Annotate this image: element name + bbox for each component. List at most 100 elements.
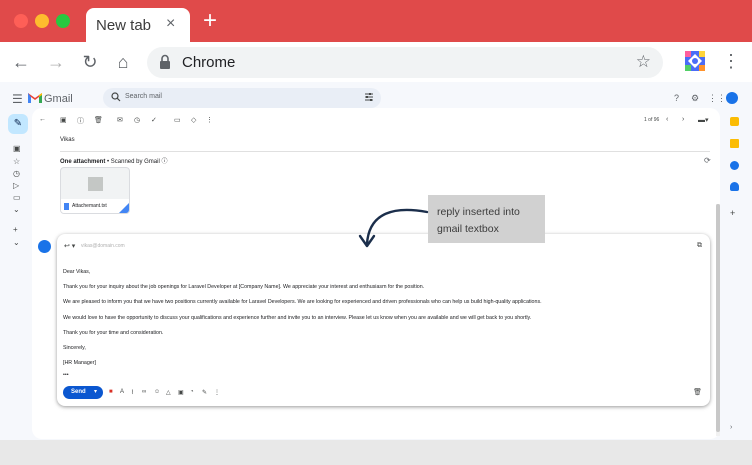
add-label-icon[interactable]: + [13,225,18,234]
label-icon[interactable]: ◇ [191,116,196,124]
calendar-icon[interactable] [730,117,739,126]
compose-button[interactable]: ✎ [8,114,28,134]
insert-photo-icon[interactable]: ▣ [178,389,184,396]
reply-recipient[interactable]: vikas@domain.com [81,243,125,249]
reply-paragraph: [HR Manager] [63,360,96,366]
collapse-panel-icon[interactable]: › [730,424,732,431]
mark-unread-icon[interactable]: ✉ [117,116,123,124]
send-options-chevron-icon[interactable]: ▾ [94,388,97,395]
reply-type-icon[interactable]: ↩ ▾ [64,242,75,250]
search-input[interactable]: Search mail [125,93,162,100]
get-addons-icon[interactable]: + [730,208,735,218]
attachments-count-label: One attachment [60,159,106,165]
popout-icon[interactable]: ⧉ [697,242,702,250]
input-tools-icon[interactable]: ▬▾ [698,116,709,124]
older-chevron-icon[interactable]: › [682,116,684,123]
close-window-button[interactable] [14,14,28,28]
browser-toolbar: ← → ↻ ⌂ Chrome ☆ [0,42,752,82]
document-icon [64,203,69,210]
text-color-icon[interactable]: A [120,389,124,395]
annotation-callout: reply inserted into gmail textbox [428,195,545,243]
back-icon[interactable]: ← [10,51,32,73]
home-icon[interactable]: ⌂ [112,51,134,73]
maximize-window-button[interactable] [56,14,70,28]
snooze-icon[interactable]: ◷ [134,116,140,124]
drafts-icon[interactable]: ▭ [13,193,21,202]
reply-paragraph: Thank you for your time and consideratio… [63,330,164,336]
reply-paragraph: Sincerely, [63,345,86,351]
scrollbar[interactable] [716,204,720,436]
tab-title: New tab [96,17,152,34]
extension-icon[interactable] [684,50,706,72]
browser-window: New tab × + ← → ↻ ⌂ Chrome ☆ ⋮ ☰ Gmail S… [0,0,752,465]
drive-icon[interactable]: △ [166,389,171,396]
browser-menu-icon[interactable]: ⋮ [722,51,740,71]
search-options-icon[interactable] [364,92,374,102]
reply-compose-box[interactable]: ↩ ▾ vikas@domain.com ⧉ Dear Vikas, Thank… [57,234,710,406]
delete-icon[interactable]: 🗑 [94,116,103,124]
confidential-mode-icon[interactable]: ◔ [190,389,194,395]
keep-icon[interactable] [730,139,739,148]
tab-close-icon[interactable]: × [166,15,175,33]
reply-paragraph: We would love to have the opportunity to… [63,315,532,321]
account-avatar[interactable] [726,92,738,104]
help-icon[interactable]: ? [674,93,679,103]
attach-file-icon[interactable]: ⌇ [131,389,134,396]
lock-icon [160,54,170,69]
add-to-drive-icon[interactable]: ⟳ [704,156,711,165]
search-bar[interactable]: Search mail [103,88,381,108]
back-to-inbox-icon[interactable]: ← [39,116,46,123]
starred-icon[interactable]: ☆ [13,157,20,166]
more-chevron-icon[interactable]: ⌄ [13,205,20,214]
sent-icon[interactable]: ▷ [13,181,19,190]
attachment-filename: Attachemant.txt [72,203,107,209]
more-options-icon[interactable]: ⋮ [214,389,220,396]
contacts-icon[interactable] [730,182,739,191]
move-to-icon[interactable]: ▭ [174,116,181,124]
attachment-card[interactable]: Attachemant.txt [60,167,130,214]
pagination-count: 1 of 96 [644,117,660,123]
reply-avatar [38,240,51,253]
reply-paragraph: We are pleased to inform you that we hav… [63,299,542,305]
settings-gear-icon[interactable]: ⚙ [691,93,699,104]
minimize-window-button[interactable] [35,14,49,28]
attachments-header: One attachment • Scanned by Gmail ⓘ [60,156,167,165]
formatting-icon[interactable]: ■ [109,389,113,395]
snoozed-icon[interactable]: ◷ [13,169,20,178]
archive-icon[interactable]: ▣ [60,116,67,124]
report-spam-icon[interactable]: ⓘ [77,116,84,126]
attachment-thumbnail [88,177,103,191]
annotation-arrow-icon [358,208,429,248]
apps-grid-icon[interactable]: ⋮⋮ [708,93,726,104]
scanned-label: • Scanned by Gmail ⓘ [105,159,168,165]
insert-link-icon[interactable]: ∞ [142,389,146,395]
left-nav-rail: ✎ ▣ ☆ ◷ ▷ ▭ ⌄ + ⌄ [0,112,32,442]
page-fold-icon [119,203,129,213]
right-side-panel: + [722,112,746,442]
new-tab-button[interactable]: + [203,9,217,33]
page-bottom-margin [0,440,752,465]
show-trimmed-content[interactable]: ••• [63,372,69,378]
reload-icon[interactable]: ↻ [79,51,101,73]
more-actions-icon[interactable]: ⋮ [206,116,213,124]
expand-chevron-icon[interactable]: ⌄ [13,238,20,247]
inbox-icon[interactable]: ▣ [13,144,21,153]
signature-icon[interactable]: ✎ [202,389,207,396]
send-label: Send [71,389,86,395]
reply-paragraph: Thank you for your inquiry about the job… [63,284,425,290]
emoji-icon[interactable]: ☺ [154,389,160,395]
add-task-icon[interactable]: ✓ [151,116,157,124]
address-bar[interactable]: Chrome ☆ [147,47,663,78]
discard-draft-icon[interactable]: 🗑 [693,388,702,396]
bookmark-star-icon[interactable]: ☆ [636,52,651,72]
annotation-text: reply inserted into gmail textbox [437,206,520,235]
main-menu-icon[interactable]: ☰ [12,92,23,106]
send-button[interactable]: Send ▾ [63,386,103,399]
forward-icon[interactable]: → [45,51,67,73]
browser-tab[interactable]: New tab × [86,8,190,42]
newer-chevron-icon[interactable]: ‹ [666,116,668,123]
search-icon[interactable] [111,92,121,102]
scrollbar-thumb[interactable] [716,204,720,432]
tasks-icon[interactable] [730,161,739,170]
sender-name: Vikas [60,137,75,143]
